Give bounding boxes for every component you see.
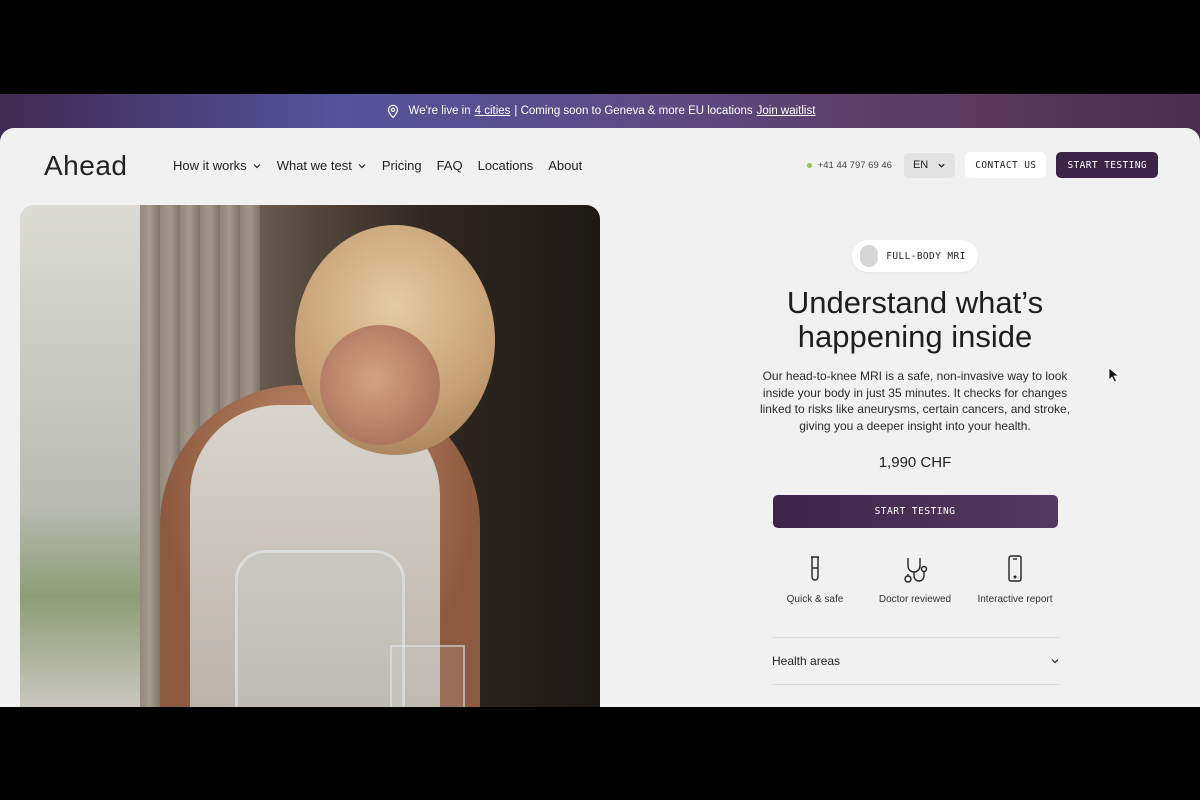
chevron-down-icon: [358, 163, 366, 168]
contact-us-button[interactable]: CONTACT US: [965, 152, 1047, 178]
page: Ahead How it works What we test Pricing …: [0, 128, 1200, 707]
accordion-label: Health areas: [772, 654, 841, 668]
top-nav: Ahead How it works What we test Pricing …: [0, 128, 1200, 200]
test-tube-icon: [811, 556, 819, 581]
body-figure-icon: [860, 245, 879, 267]
feature-label: Doctor reviewed: [878, 594, 952, 605]
nav-item-about[interactable]: About: [548, 158, 582, 173]
image-glass: [390, 645, 465, 707]
chevron-down-icon: [938, 163, 945, 168]
hero-title-line1: Understand what’s: [786, 285, 1044, 320]
phone-icon: [1008, 555, 1022, 582]
nav-label: Locations: [477, 158, 534, 173]
start-testing-nav-button[interactable]: START TESTING: [1056, 152, 1158, 178]
nav-item-how-it-works[interactable]: How it works: [173, 158, 262, 173]
nav-label: Pricing: [381, 158, 422, 173]
stethoscope-icon: [904, 558, 928, 583]
phone-link[interactable]: +41 44 797 69 46: [806, 159, 892, 171]
language-value: EN: [912, 159, 929, 171]
nav-item-what-we-test[interactable]: What we test: [277, 158, 367, 173]
chevron-down-icon: [253, 163, 261, 168]
phone-number: +41 44 797 69 46: [817, 159, 892, 171]
nav-item-faq[interactable]: FAQ: [437, 158, 463, 173]
price: 1,990 CHF: [878, 454, 952, 471]
accordion-health-areas[interactable]: Health areas: [772, 637, 1060, 685]
nav-label: About: [548, 158, 583, 173]
nav-item-locations[interactable]: Locations: [478, 158, 534, 173]
join-waitlist-link[interactable]: Join waitlist: [757, 105, 816, 117]
location-pin-icon: [387, 104, 398, 119]
nav-label: How it works: [173, 158, 247, 173]
logo[interactable]: Ahead: [44, 150, 127, 182]
feature-item: Doctor reviewed: [865, 554, 965, 605]
nav-label: FAQ: [436, 158, 463, 173]
browser-frame: We're live in 4 cities | Coming soon to …: [0, 94, 1200, 707]
hero-content: FULL-BODY MRI Understand what’s happenin…: [730, 240, 1100, 605]
image-jug: [235, 550, 405, 707]
image-window: [20, 205, 140, 707]
chevron-down-icon: [1051, 659, 1059, 664]
hero-title: Understand what’s happening inside: [730, 286, 1100, 354]
nav-label: What we test: [276, 158, 352, 173]
hero-description: Our head-to-knee MRI is a safe, non-inva…: [759, 369, 1071, 433]
feature-label: Interactive report: [977, 594, 1053, 605]
feature-list: Quick & safe Doctor reviewed Interactive…: [765, 554, 1065, 605]
nav-actions: +41 44 797 69 46 EN CONTACT US START TES…: [806, 152, 1158, 178]
hero-title-line2: happening inside: [797, 319, 1033, 354]
feature-item: Interactive report: [965, 554, 1065, 605]
main-menu: How it works What we test Pricing FAQ Lo…: [173, 158, 582, 173]
feature-label: Quick & safe: [786, 594, 844, 605]
banner-middle: | Coming soon to Geneva & more EU locati…: [514, 105, 753, 117]
product-badge: FULL-BODY MRI: [852, 240, 978, 272]
status-dot: [806, 162, 812, 168]
badge-label: FULL-BODY MRI: [886, 250, 966, 262]
start-testing-button[interactable]: START TESTING: [772, 495, 1058, 528]
language-select[interactable]: EN: [903, 152, 956, 178]
cities-link[interactable]: 4 cities: [475, 105, 511, 117]
banner-prefix: We're live in: [408, 105, 471, 117]
image-face: [320, 325, 440, 445]
hero-image: [20, 205, 600, 707]
mouse-cursor-icon: [1108, 367, 1120, 383]
feature-item: Quick & safe: [765, 554, 865, 605]
nav-item-pricing[interactable]: Pricing: [382, 158, 422, 173]
announcement-banner: We're live in 4 cities | Coming soon to …: [0, 94, 1200, 128]
